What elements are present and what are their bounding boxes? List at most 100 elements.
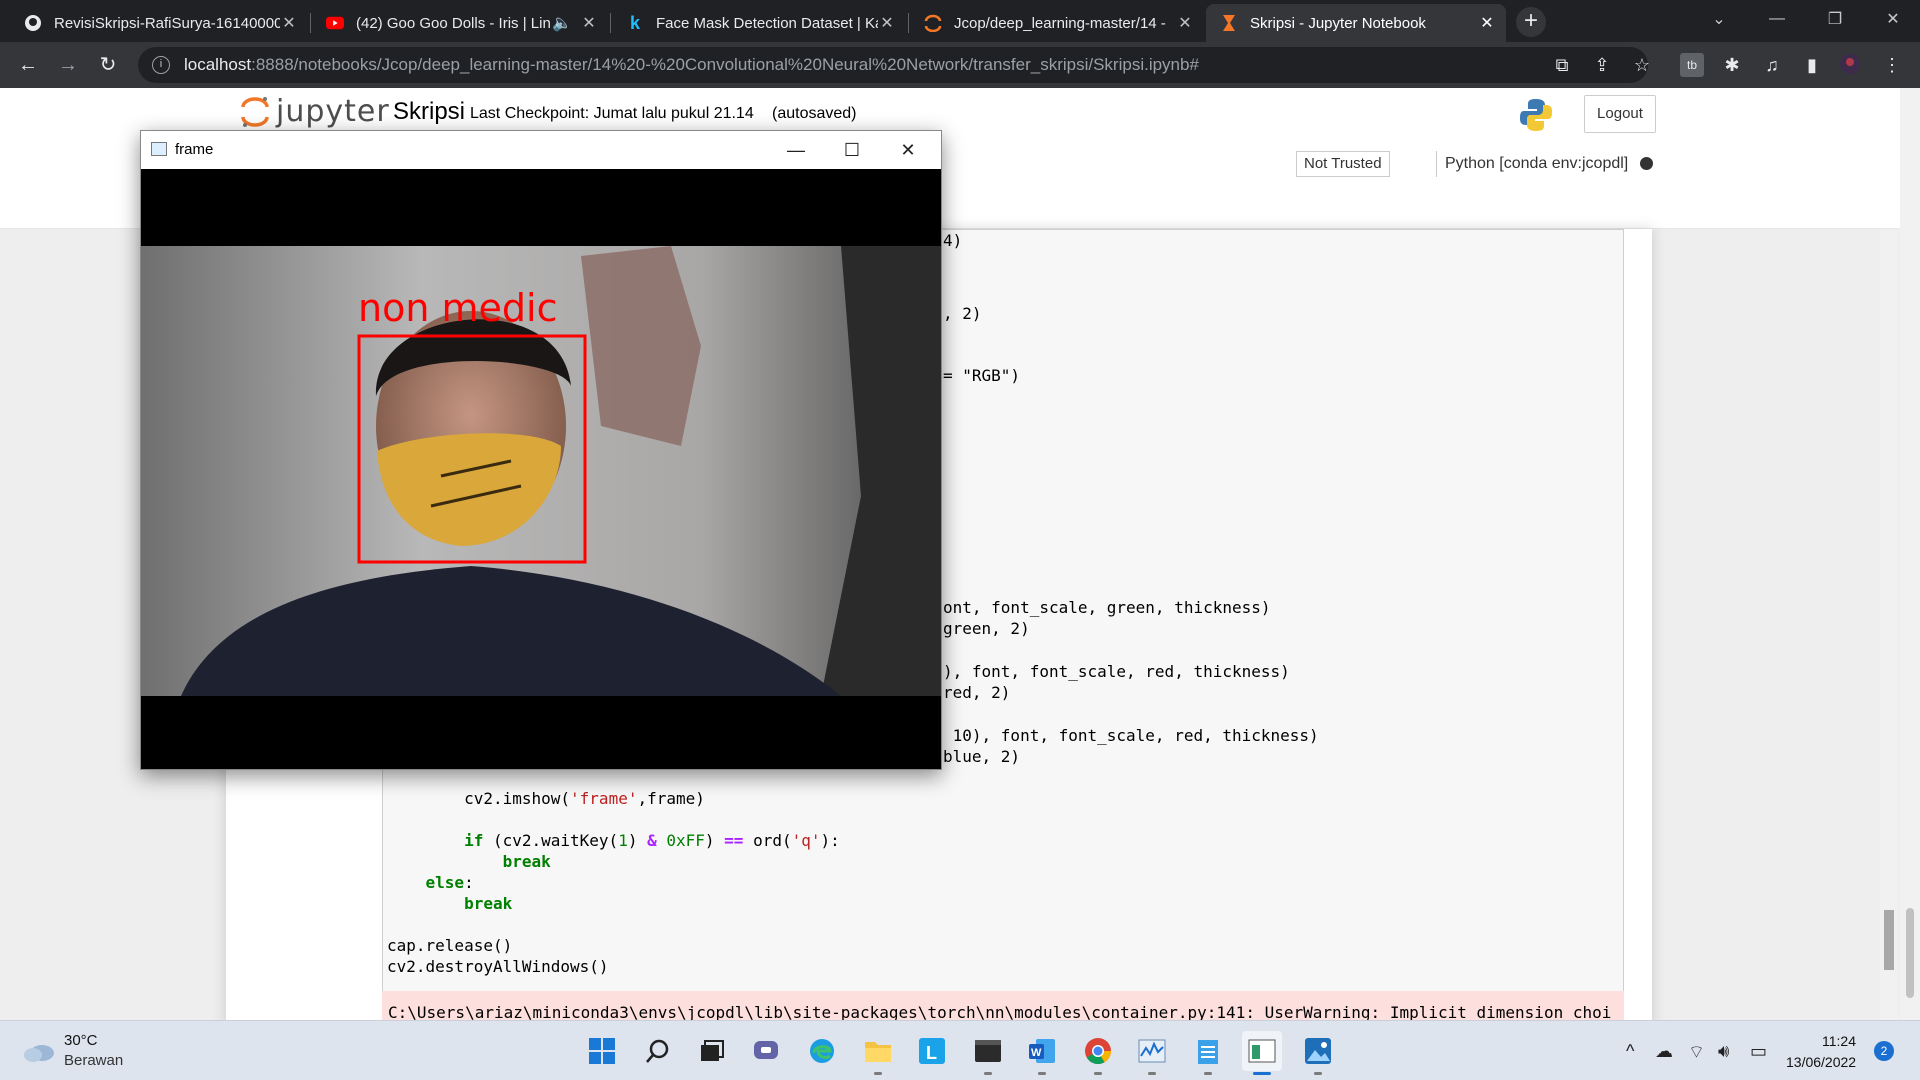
code-fragment: 10), font, font_scale, red, thickness) — [943, 726, 1319, 745]
running-indicator — [1314, 1072, 1322, 1075]
close-icon[interactable]: ✕ — [893, 135, 923, 165]
folder-icon — [865, 1042, 891, 1062]
running-indicator — [1038, 1072, 1046, 1075]
not-trusted-badge[interactable]: Not Trusted — [1296, 151, 1390, 177]
close-icon[interactable]: ✕ — [1478, 13, 1496, 33]
jupyter-logo[interactable]: jupyter — [240, 94, 390, 129]
close-icon[interactable]: ✕ — [1176, 13, 1194, 33]
l-app-icon: L — [919, 1038, 945, 1064]
maximize-icon[interactable]: ☐ — [837, 135, 867, 165]
close-icon[interactable]: ✕ — [878, 13, 896, 33]
notepad-button[interactable] — [1188, 1031, 1228, 1075]
profile-avatar-icon[interactable] — [1838, 53, 1862, 77]
reload-icon[interactable]: ↻ — [94, 51, 122, 79]
info-icon[interactable]: i — [152, 56, 170, 74]
tab-kaggle[interactable]: k Face Mask Detection Dataset | Ka ✕ — [612, 4, 906, 42]
kernel-name[interactable]: Python [conda env:jcopdl] — [1436, 151, 1628, 177]
edge-button[interactable] — [802, 1031, 842, 1071]
media-control-icon[interactable]: ♫ — [1760, 53, 1784, 77]
battery-icon[interactable]: ▭ — [1750, 1041, 1767, 1062]
code-line-else: else: — [425, 873, 474, 892]
minimize-icon[interactable]: — — [781, 135, 811, 165]
onedrive-cloud-icon[interactable]: ☁ — [1655, 1041, 1673, 1062]
browser-tab-strip: RevisiSkripsi-RafiSurya-16140000 ✕ (42) … — [0, 0, 1920, 42]
tab-title: Face Mask Detection Dataset | Ka — [656, 14, 878, 32]
task-view-button[interactable] — [692, 1031, 732, 1071]
windows-logo-icon — [589, 1038, 615, 1064]
chrome-button[interactable] — [1078, 1031, 1118, 1075]
resource-monitor-button[interactable] — [1132, 1031, 1172, 1075]
running-indicator — [874, 1072, 882, 1075]
window-app-icon — [1248, 1039, 1276, 1063]
tab-youtube[interactable]: (42) Goo Goo Dolls - Iris | Lin 🔈 ✕ — [312, 4, 608, 42]
frame-window-taskbar-button[interactable] — [1242, 1031, 1282, 1075]
address-bar[interactable]: i localhost :8888/notebooks/Jcop/deep_le… — [138, 47, 1648, 83]
tab-skripsi-notebook[interactable]: Skripsi - Jupyter Notebook ✕ — [1206, 4, 1506, 42]
tab-jupyter-folder[interactable]: Jcop/deep_learning-master/14 - ✕ — [910, 4, 1204, 42]
clock-date: 13/06/2022 — [1786, 1054, 1857, 1070]
page-scrollbar[interactable] — [1900, 88, 1920, 1020]
jupyter-logo-icon — [241, 96, 269, 127]
notification-badge[interactable]: 2 — [1874, 1041, 1894, 1061]
terminal-icon — [975, 1040, 1001, 1062]
frame-window-titlebar[interactable]: frame — ☐ ✕ — [141, 131, 941, 169]
code-fragment: , 2) — [943, 304, 982, 323]
checkpoint-status: Last Checkpoint: Jumat lalu pukul 21.14 — [470, 105, 754, 122]
speaker-icon[interactable]: 🔈 — [552, 13, 572, 33]
notebook-scrollbar[interactable] — [1880, 230, 1898, 1020]
logout-button[interactable]: Logout — [1584, 95, 1656, 133]
close-icon[interactable]: ✕ — [280, 13, 298, 33]
system-clock[interactable]: 11:24 13/06/2022 — [1786, 1031, 1856, 1073]
translate-icon[interactable]: ⧉ — [1550, 53, 1574, 77]
autosave-status: (autosaved) — [772, 105, 857, 122]
volume-icon[interactable]: 🔊︎ — [1718, 1041, 1729, 1062]
tab-title: RevisiSkripsi-RafiSurya-16140000 — [54, 14, 280, 32]
notebook-name[interactable]: Skripsi — [393, 98, 465, 126]
tab-divider — [310, 13, 311, 33]
wifi-icon[interactable]: ⌔ — [1688, 1041, 1705, 1064]
code-fragment: green, 2) — [943, 619, 1030, 638]
back-icon[interactable]: ← — [14, 51, 42, 79]
browser-menu-icon[interactable]: ⋮ — [1880, 53, 1904, 77]
photos-button[interactable] — [1298, 1031, 1338, 1075]
cloud-icon — [24, 1045, 54, 1062]
frame-window-title: frame — [175, 141, 214, 158]
close-window-icon[interactable]: ✕ — [1864, 0, 1920, 38]
word-button[interactable]: W — [1022, 1031, 1062, 1075]
tab-title: Skripsi - Jupyter Notebook — [1250, 14, 1426, 32]
tab-search-icon[interactable]: ⌄ — [1690, 0, 1748, 38]
code-line-imshow: cv2.imshow('frame',frame) — [387, 789, 705, 808]
close-icon[interactable]: ✕ — [580, 13, 598, 33]
weather-condition: Berawan — [64, 1052, 124, 1069]
minimize-icon[interactable]: — — [1748, 0, 1806, 38]
bookmark-star-icon[interactable]: ☆ — [1630, 53, 1654, 77]
restore-icon[interactable]: ❐ — [1806, 0, 1864, 38]
start-button[interactable] — [582, 1031, 622, 1071]
terminal-button[interactable] — [968, 1031, 1008, 1075]
window-app-icon — [151, 142, 167, 156]
extension-tb-icon[interactable]: tb — [1680, 53, 1704, 77]
code-fragment: red, 2) — [943, 683, 1011, 702]
code-fragment: blue, 2) — [943, 747, 1021, 766]
opencv-frame-window[interactable]: frame — ☐ ✕ non medic — [140, 130, 942, 770]
file-explorer-button[interactable] — [858, 1031, 898, 1075]
side-panel-icon[interactable]: ▮ — [1800, 53, 1824, 77]
share-icon[interactable]: ⇪ — [1590, 53, 1614, 77]
chat-icon — [754, 1041, 778, 1059]
teams-chat-button[interactable] — [746, 1031, 786, 1071]
scrollbar-thumb[interactable] — [1906, 908, 1914, 998]
forward-icon[interactable]: → — [54, 51, 82, 79]
tab-title: Jcop/deep_learning-master/14 - — [954, 14, 1166, 32]
jupyter-hourglass-icon — [1220, 14, 1238, 32]
search-button[interactable] — [638, 1031, 678, 1071]
show-hidden-icons[interactable]: ^ — [1626, 1041, 1634, 1062]
new-tab-button[interactable]: + — [1516, 7, 1546, 37]
extensions-puzzle-icon[interactable]: ✱ — [1720, 53, 1744, 77]
tab-github[interactable]: RevisiSkripsi-RafiSurya-16140000 ✕ — [10, 4, 308, 42]
cell-output-warning: C:\Users\ariaz\miniconda3\envs\jcopdl\li… — [382, 991, 1624, 1020]
code-line-break: break — [502, 852, 551, 871]
code-line-destroy: cv2.destroyAllWindows() — [387, 957, 609, 976]
weather-widget[interactable]: 30°C Berawan — [22, 1031, 123, 1071]
scrollbar-thumb[interactable] — [1884, 910, 1894, 970]
app-l-button[interactable]: L — [912, 1031, 952, 1071]
